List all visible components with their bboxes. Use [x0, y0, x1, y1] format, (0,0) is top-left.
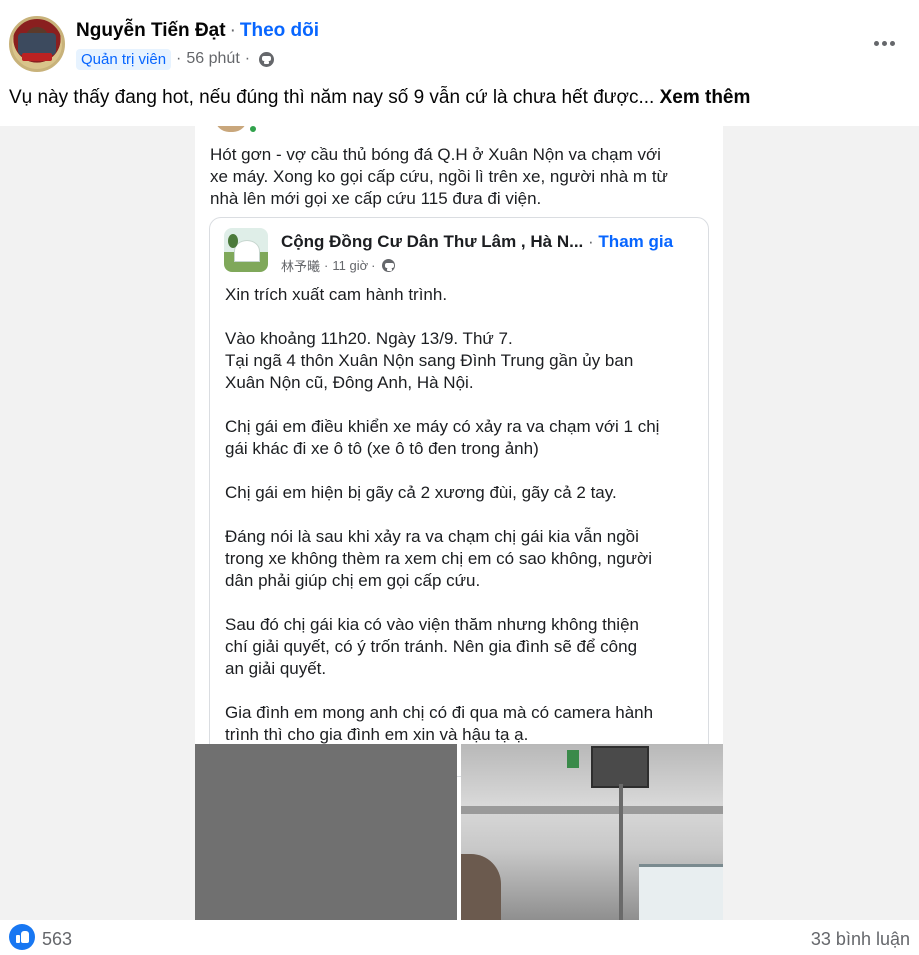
gray-photo-placeholder	[195, 744, 457, 920]
shared-post-body: Xin trích xuất cam hành trình. Vào khoản…	[225, 284, 700, 768]
reaction-count[interactable]: 563	[42, 929, 72, 950]
group-line: Cộng Đồng Cư Dân Thư Lâm , Hà N... · Tha…	[281, 232, 673, 252]
text-line: Vào khoảng 11h20. Ngày 13/9. Thứ 7.	[225, 329, 513, 348]
more-options-button[interactable]	[866, 28, 902, 58]
text-line: Chị gái em hiện bị gãy cả 2 xương đùi, g…	[225, 483, 617, 502]
post-footer: 563 33 bình luận	[0, 920, 919, 955]
screenshot-intro-text: Hót gơn - vợ cầu thủ bóng đá Q.H ở Xuân …	[210, 144, 710, 210]
paragraph: Đáng nói là sau khi xảy ra va chạm chị g…	[225, 526, 700, 592]
photo-detail	[461, 806, 723, 814]
text-line: an giải quyết.	[225, 659, 327, 678]
photo-detail	[619, 784, 623, 920]
paragraph: Chị gái em hiện bị gãy cả 2 xương đùi, g…	[225, 482, 700, 504]
more-dot-icon	[881, 40, 887, 46]
text-line: Sau đó chị gái kia có vào viện thăm nhưn…	[225, 615, 639, 634]
text-line: gái khác đi xe ô tô (xe ô tô đen trong ả…	[225, 439, 539, 458]
like-icon[interactable]	[9, 924, 35, 950]
cropped-avatar	[215, 126, 247, 132]
more-dot-icon	[889, 40, 895, 46]
see-more-link[interactable]: Xem thêm	[660, 87, 751, 108]
shared-post-meta: 林予曦 · 11 giờ ·	[281, 256, 396, 275]
text-line: xe máy. Xong ko gọi cấp cứu, ngồi lì trê…	[210, 167, 668, 186]
separator: ·	[324, 258, 329, 273]
post-meta: Quản trị viên · 56 phút ·	[76, 47, 275, 71]
text-line: trong xe không thèm ra xem chị em có sao…	[225, 549, 652, 568]
paragraph: Gia đình em mong anh chị có đi qua mà có…	[225, 702, 700, 746]
author-line: Nguyễn Tiến Đạt · Theo dõi	[76, 20, 319, 42]
shared-screenshot-image: Hót gơn - vợ cầu thủ bóng đá Q.H ở Xuân …	[195, 126, 723, 920]
shared-post-time: 11 giờ	[332, 258, 369, 273]
globe-icon	[382, 259, 396, 272]
text-line: Tại ngã 4 thôn Xuân Nộn sang Đình Trung …	[225, 351, 634, 370]
author-avatar[interactable]	[9, 16, 65, 72]
paragraph: Xin trích xuất cam hành trình.	[225, 284, 700, 306]
post-media[interactable]: Hót gơn - vợ cầu thủ bóng đá Q.H ở Xuân …	[0, 126, 919, 920]
more-dot-icon	[873, 40, 879, 46]
role-badge: Quản trị viên	[76, 48, 172, 70]
online-dot	[250, 126, 256, 132]
photo-detail	[567, 750, 579, 768]
paragraph: Chị gái em điều khiển xe máy có xảy ra v…	[225, 416, 700, 460]
text-line: Xin trích xuất cam hành trình.	[225, 285, 448, 304]
separator: ·	[244, 50, 251, 67]
text-line: nhà lên mới gọi xe cấp cứu 115 đưa đi vi…	[210, 189, 542, 208]
group-avatar	[224, 228, 268, 272]
text-line: Đáng nói là sau khi xảy ra va chạm chị g…	[225, 527, 639, 546]
post-caption: Vụ này thấy đang hot, nếu đúng thì năm n…	[9, 87, 750, 109]
separator: ·	[588, 232, 594, 251]
globe-icon	[259, 51, 275, 67]
text-line: trình thì cho gia đình em xin và hậu tạ …	[225, 725, 529, 744]
photo-detail	[591, 746, 649, 788]
separator: ·	[176, 50, 182, 67]
paragraph: Sau đó chị gái kia có vào viện thăm nhưn…	[225, 614, 700, 680]
photo-detail	[639, 864, 723, 920]
caption-text: Vụ này thấy đang hot, nếu đúng thì năm n…	[9, 87, 655, 108]
post-time[interactable]: 56 phút	[186, 50, 239, 68]
comment-count[interactable]: 33 bình luận	[811, 929, 910, 950]
group-name: Cộng Đồng Cư Dân Thư Lâm , Hà N...	[281, 232, 584, 251]
post-header: Nguyễn Tiến Đạt · Theo dõi Quản trị viên ·…	[0, 0, 919, 88]
text-line: dân phải giúp chị em gọi cấp cứu.	[225, 571, 481, 590]
avatar-image-detail	[22, 53, 52, 61]
text-line: Hót gơn - vợ cầu thủ bóng đá Q.H ở Xuân …	[210, 145, 661, 164]
follow-button[interactable]: Theo dõi	[240, 20, 319, 41]
join-button: Tham gia	[598, 232, 674, 251]
text-line: Gia đình em mong anh chị có đi qua mà có…	[225, 703, 654, 722]
avatar-image-detail	[18, 33, 56, 55]
hospital-room-photo	[461, 744, 723, 920]
text-line: Xuân Nộn cũ, Đông Anh, Hà Nội.	[225, 373, 474, 392]
separator: ·	[371, 258, 376, 273]
text-line: Chị gái em điều khiển xe máy có xảy ra v…	[225, 417, 660, 436]
photo-detail	[461, 854, 501, 920]
poster-name: 林予曦	[281, 259, 321, 274]
author-name[interactable]: Nguyễn Tiến Đạt	[76, 20, 226, 41]
shared-post-card: Cộng Đồng Cư Dân Thư Lâm , Hà N... · Tha…	[209, 217, 709, 777]
separator: ·	[229, 20, 236, 41]
paragraph: Vào khoảng 11h20. Ngày 13/9. Thứ 7. Tại …	[225, 328, 700, 394]
text-line: chí giải quyết, có ý trốn tránh. Nên gia…	[225, 637, 638, 656]
